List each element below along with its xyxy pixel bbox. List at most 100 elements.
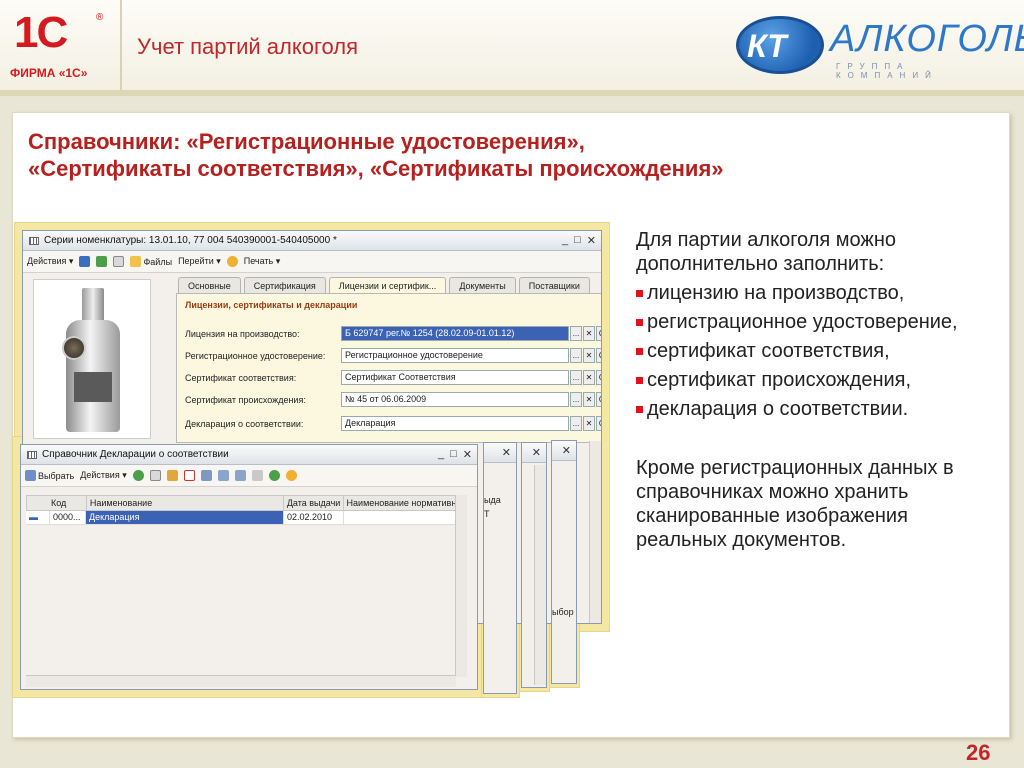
field-license: Лицензия на производство: Б 629747 рег.№…	[185, 326, 601, 341]
window-titlebar[interactable]: Серии номенклатуры: 13.01.10, 77 004 540…	[23, 231, 601, 251]
column-code[interactable]: Код	[27, 496, 87, 510]
copy-icon[interactable]	[113, 256, 125, 267]
actions-menu[interactable]: Действия ▾	[27, 256, 73, 267]
table-row[interactable]: ▬ 0000... Декларация 02.02.2010	[26, 511, 456, 525]
search-icon[interactable]: Q	[596, 326, 601, 341]
cell-code[interactable]: 0000...	[50, 511, 86, 524]
save-icon[interactable]	[79, 256, 91, 267]
filter-menu-icon[interactable]	[234, 470, 246, 481]
bullet-marker	[636, 348, 643, 355]
close-button[interactable]: ✕	[463, 448, 472, 461]
stacked-window-1[interactable]: ✕ ыда Т	[483, 442, 517, 694]
search-icon[interactable]: Q	[596, 370, 601, 385]
maximize-button[interactable]: □	[450, 448, 457, 461]
clear-icon[interactable]: ✕	[583, 348, 595, 363]
tab-main[interactable]: Основные	[178, 277, 241, 294]
print-menu[interactable]: Печать ▾	[244, 256, 281, 267]
window-titlebar[interactable]: ✕	[522, 443, 546, 463]
licenses-panel: Лицензии, сертификаты и декларации Лицен…	[176, 293, 601, 443]
stacked-window-3[interactable]: ✕ ыбор	[551, 440, 577, 684]
field-conformity-certificate: Сертификат соответствия: Сертификат Соот…	[185, 370, 601, 385]
files-icon	[130, 256, 142, 267]
close-button[interactable]: ✕	[587, 234, 596, 247]
vertical-scrollbar[interactable]	[589, 441, 601, 623]
select-button[interactable]: ...	[570, 326, 582, 341]
1c-logo-firm: ФИРМА «1С»	[10, 66, 88, 80]
tab-bar: Основные Сертификация Лицензии и сертифи…	[178, 277, 590, 294]
clear-icon[interactable]: ✕	[583, 326, 595, 341]
delete-icon[interactable]	[183, 470, 195, 481]
edit-icon[interactable]	[166, 470, 178, 481]
refresh-icon[interactable]	[268, 470, 280, 481]
bottle-label	[74, 372, 112, 402]
vertical-scrollbar[interactable]	[455, 495, 467, 677]
go-menu[interactable]: Перейти ▾	[178, 256, 221, 267]
bullet-item: сертификат происхождения,	[636, 368, 996, 397]
horizontal-scrollbar[interactable]	[26, 675, 456, 687]
filter-icon[interactable]	[217, 470, 229, 481]
select-button[interactable]: ...	[570, 348, 582, 363]
cell-name[interactable]: Декларация	[86, 511, 284, 524]
1c-logo-mark: 1С	[14, 8, 68, 57]
help-icon[interactable]	[285, 470, 297, 481]
add-icon[interactable]	[132, 470, 144, 481]
tab-suppliers[interactable]: Поставщики	[518, 277, 590, 294]
minimize-button[interactable]: _	[562, 234, 568, 247]
search-icon[interactable]: Q	[596, 348, 601, 363]
bullet-marker	[636, 290, 643, 297]
select-button[interactable]: ...	[570, 370, 582, 385]
stacked-window-2[interactable]: ✕	[521, 442, 547, 688]
directory-toolbar: Выбрать Действия ▾	[21, 465, 477, 487]
column-name[interactable]: Наименование	[87, 496, 284, 510]
license-input[interactable]: Б 629747 рег.№ 1254 (28.02.09-01.01.12)	[341, 326, 569, 341]
kt-alcohol-logo: КТ АЛКОГОЛЬ ГРУППА КОМПАНИЙ	[736, 14, 1024, 80]
copy-icon[interactable]	[149, 470, 161, 481]
declarations-directory-window[interactable]: Справочник Декларации о соответствии _ □…	[20, 444, 478, 690]
intro-text: Для партии алкоголя можно дополнительно …	[636, 229, 896, 275]
close-button[interactable]: ✕	[532, 446, 541, 459]
origin-certificate-input[interactable]: № 45 от 06.06.2009	[341, 392, 569, 407]
files-label: Файлы	[143, 256, 173, 267]
close-button[interactable]: ✕	[502, 446, 511, 459]
select-button[interactable]: Выбрать	[25, 470, 74, 481]
vertical-scrollbar[interactable]	[534, 465, 546, 685]
cell-norm[interactable]	[344, 511, 456, 524]
clear-icon[interactable]: ✕	[583, 370, 595, 385]
header-title: Учет партий алкоголя	[137, 34, 359, 59]
main-toolbar: Действия ▾ Файлы Перейти ▾ Печать ▾	[23, 251, 601, 273]
tab-licenses[interactable]: Лицензии и сертифик...	[328, 277, 447, 294]
clear-icon[interactable]: ✕	[583, 392, 595, 407]
search-icon[interactable]: Q	[596, 392, 601, 407]
window-menu-icon[interactable]	[29, 236, 39, 245]
cell-date[interactable]: 02.02.2010	[284, 511, 344, 524]
select-button[interactable]: ...	[570, 416, 582, 431]
hierarchy-icon[interactable]	[200, 470, 212, 481]
tab-documents[interactable]: Документы	[449, 277, 516, 294]
files-button[interactable]: Файлы	[130, 256, 172, 267]
window-menu-icon[interactable]	[27, 450, 37, 459]
minimize-button[interactable]: _	[438, 448, 444, 461]
window-titlebar[interactable]: Справочник Декларации о соответствии _ □…	[21, 445, 477, 465]
column-date[interactable]: Дата выдачи	[284, 496, 344, 510]
clear-filter-icon[interactable]	[251, 470, 263, 481]
tab-certification[interactable]: Сертификация	[243, 277, 326, 294]
header-divider	[120, 0, 122, 90]
close-button[interactable]: ✕	[562, 444, 571, 457]
bullet-item: регистрационное удостоверение,	[636, 310, 996, 339]
table-header: Код Наименование Дата выдачи Наименовани…	[26, 495, 456, 511]
actions-menu[interactable]: Действия ▾	[80, 470, 126, 481]
select-button[interactable]: ...	[570, 392, 582, 407]
conformity-certificate-input[interactable]: Сертификат Соответствия	[341, 370, 569, 385]
window-titlebar[interactable]: ✕	[552, 441, 576, 461]
help-icon[interactable]	[226, 256, 238, 267]
column-norm[interactable]: Наименование нормативного	[344, 496, 455, 510]
clear-icon[interactable]: ✕	[583, 416, 595, 431]
reg-certificate-input[interactable]: Регистрационное удостоверение	[341, 348, 569, 363]
declaration-input[interactable]: Декларация	[341, 416, 569, 431]
maximize-button[interactable]: □	[574, 234, 581, 247]
refresh-icon[interactable]	[96, 256, 108, 267]
field-label: Сертификат происхождения:	[185, 394, 306, 405]
search-icon[interactable]: Q	[596, 416, 601, 431]
window-titlebar[interactable]: ✕	[484, 443, 516, 463]
